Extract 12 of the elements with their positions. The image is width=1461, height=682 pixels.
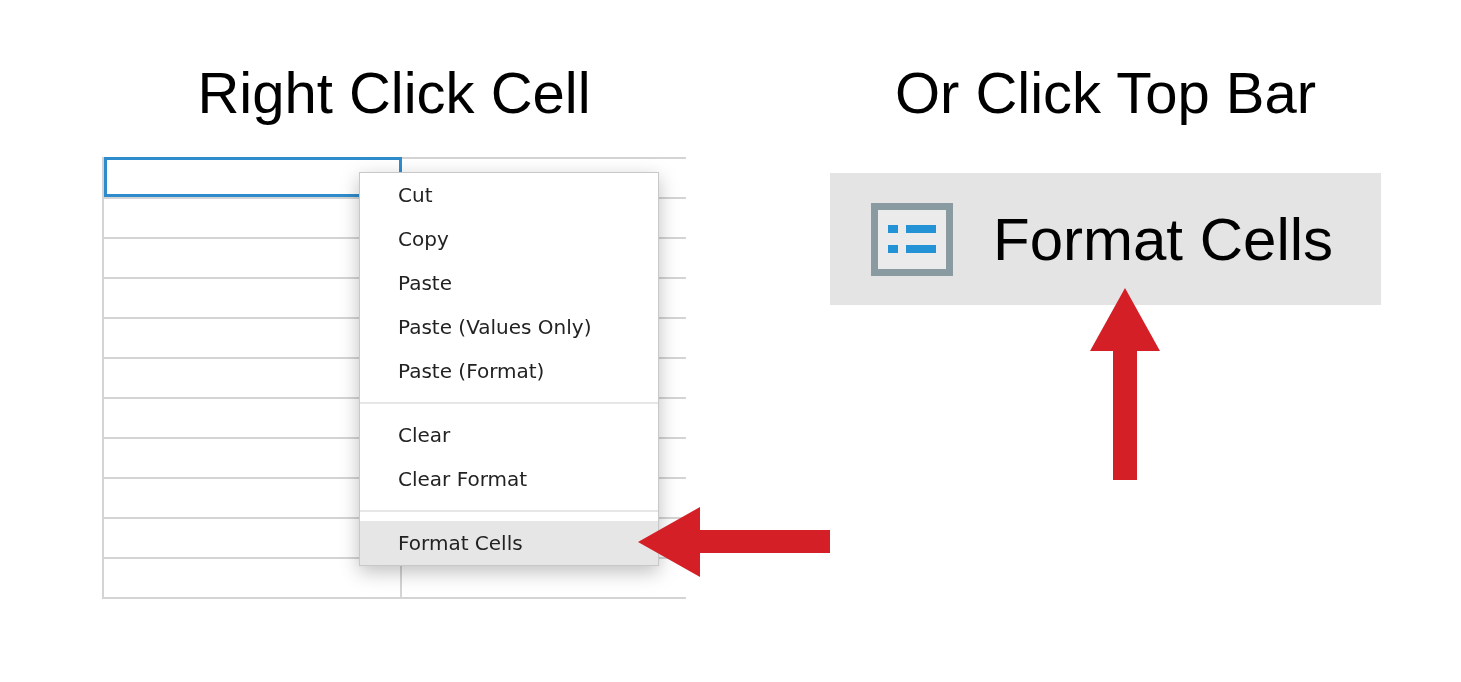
list-icon xyxy=(871,202,953,276)
menu-item[interactable]: Clear xyxy=(360,413,658,457)
menu-item[interactable]: Format Cells xyxy=(360,521,658,565)
menu-item[interactable]: Clear Format xyxy=(360,457,658,501)
section-title: Right Click Cell xyxy=(197,60,591,126)
menu-item[interactable]: Cut xyxy=(360,173,658,217)
menu-item[interactable]: Copy xyxy=(360,217,658,261)
toolbar-button[interactable]: Format Cells xyxy=(830,173,1381,305)
menu-item[interactable]: Paste (Format) xyxy=(360,349,658,393)
section-title: Or Click Top Bar xyxy=(894,60,1317,126)
menu-item[interactable]: Paste (Values Only) xyxy=(360,305,658,349)
menu-item[interactable]: Paste xyxy=(360,261,658,305)
